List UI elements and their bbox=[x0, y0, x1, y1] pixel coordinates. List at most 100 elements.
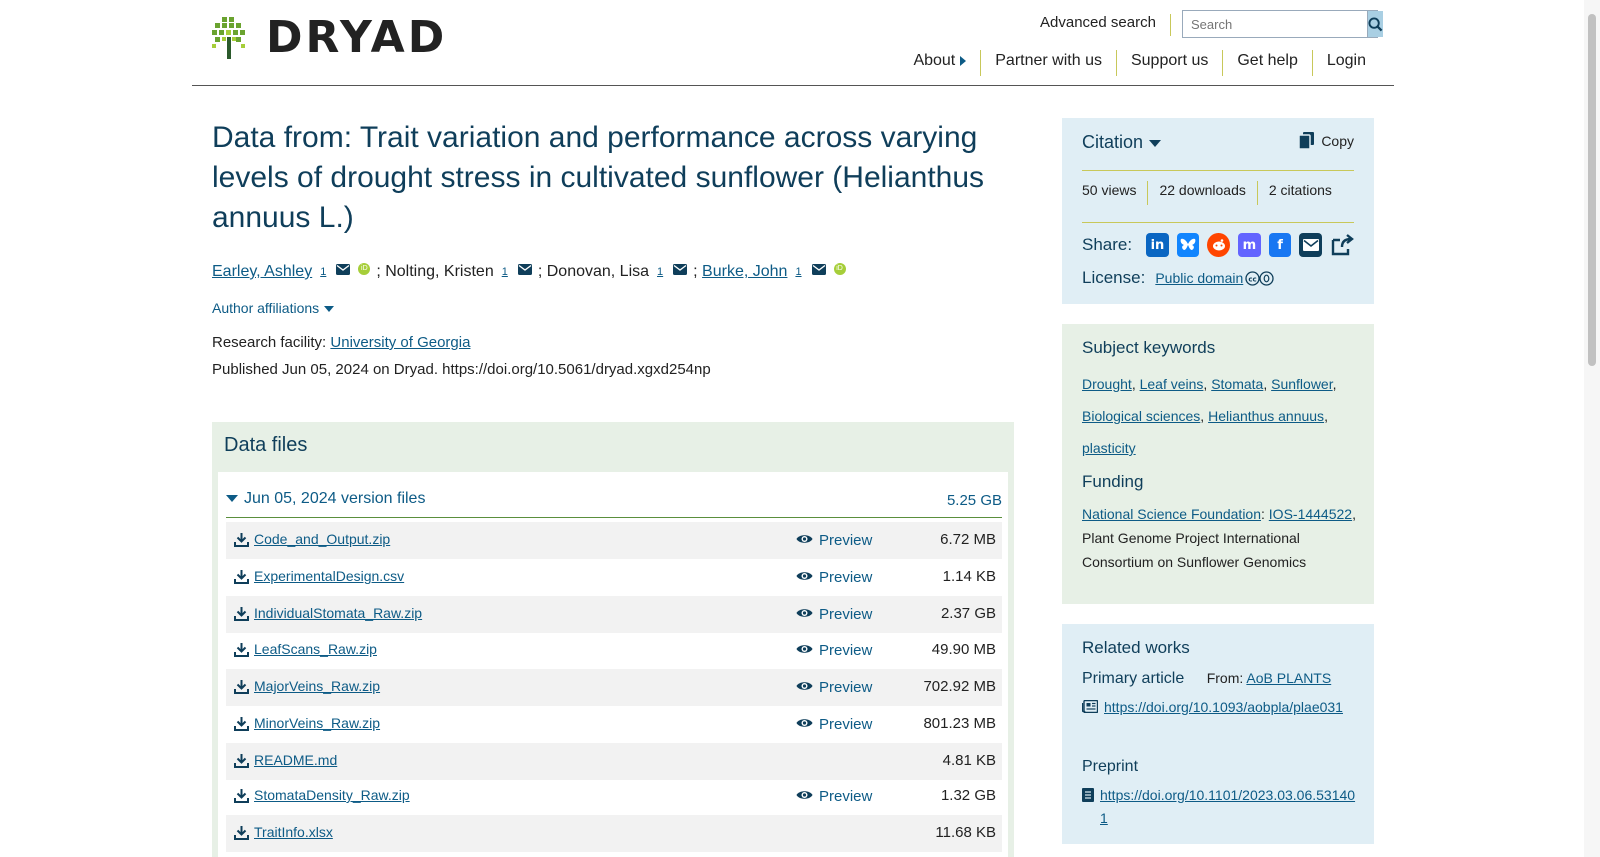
file-download-link[interactable]: MinorVeins_Raw.zip bbox=[254, 715, 380, 731]
affiliation-number[interactable]: 1 bbox=[657, 260, 663, 284]
data-files-panel: Data files Jun 05, 2024 version files 5.… bbox=[212, 422, 1014, 857]
keyword-separator: , bbox=[1324, 408, 1328, 424]
download-icon[interactable] bbox=[234, 825, 249, 843]
preview-button[interactable]: Preview bbox=[796, 788, 872, 805]
nav-login[interactable]: Login bbox=[1311, 50, 1380, 76]
download-icon[interactable] bbox=[234, 532, 249, 550]
advanced-search-link[interactable]: Advanced search bbox=[1040, 14, 1171, 36]
file-download-link[interactable]: StomataDensity_Raw.zip bbox=[254, 787, 410, 803]
eye-icon bbox=[796, 716, 819, 733]
funding-org-link[interactable]: National Science Foundation bbox=[1082, 506, 1261, 522]
preview-button[interactable]: Preview bbox=[796, 716, 872, 733]
affiliation-number[interactable]: 1 bbox=[502, 260, 508, 284]
affiliation-number[interactable]: 1 bbox=[320, 260, 326, 284]
reddit-icon[interactable] bbox=[1207, 233, 1231, 257]
nav-about[interactable]: About bbox=[899, 50, 980, 76]
funding-grant-link[interactable]: IOS-1444522 bbox=[1269, 506, 1352, 522]
file-row: IndividualStomata_Raw.zip Preview 2.37 GB bbox=[226, 596, 1002, 633]
license-link[interactable]: Public domain bbox=[1155, 270, 1243, 286]
dryad-logo[interactable]: DRYAD bbox=[212, 16, 447, 60]
email-icon[interactable] bbox=[517, 263, 532, 275]
file-download-link[interactable]: TraitInfo.xlsx bbox=[254, 824, 333, 840]
orcid-icon[interactable]: iD bbox=[833, 263, 846, 275]
download-icon[interactable] bbox=[234, 606, 249, 624]
file-download-link[interactable]: README.md bbox=[254, 752, 337, 768]
document-icon bbox=[1082, 788, 1094, 802]
citation-toggle[interactable]: Citation bbox=[1082, 132, 1162, 153]
author-link[interactable]: Earley, Ashley bbox=[212, 260, 312, 284]
author-affiliations-toggle[interactable]: Author affiliations bbox=[212, 300, 1012, 316]
version-total-size: 5.25 GB bbox=[946, 492, 1002, 509]
primary-doi-link[interactable]: https://doi.org/10.1093/aobpla/plae031 bbox=[1104, 696, 1343, 719]
author-link[interactable]: Burke, John bbox=[702, 260, 787, 284]
keyword-link[interactable]: Stomata bbox=[1211, 376, 1263, 392]
keyword-separator: , bbox=[1200, 408, 1209, 424]
nav-support[interactable]: Support us bbox=[1115, 50, 1222, 76]
keywords-funding-panel: Subject keywords Drought, Leaf veins, St… bbox=[1062, 324, 1374, 604]
search-button[interactable] bbox=[1367, 11, 1383, 37]
facebook-icon[interactable]: f bbox=[1268, 233, 1292, 257]
keyword-separator: , bbox=[1332, 376, 1337, 392]
dataset-title: Data from: Trait variation and performan… bbox=[212, 121, 985, 234]
preprint-doi-link[interactable]: https://doi.org/10.1101/2023.03.06.53140… bbox=[1100, 784, 1362, 830]
email-icon[interactable] bbox=[811, 263, 826, 275]
linkedin-icon[interactable]: in bbox=[1146, 233, 1169, 257]
search-input[interactable] bbox=[1183, 11, 1367, 37]
preview-button[interactable]: Preview bbox=[796, 569, 872, 586]
file-download-link[interactable]: ExperimentalDesign.csv bbox=[254, 568, 404, 584]
email-share-icon[interactable] bbox=[1299, 233, 1323, 257]
download-icon[interactable] bbox=[234, 788, 249, 806]
email-icon[interactable] bbox=[673, 263, 688, 275]
preview-button[interactable]: Preview bbox=[796, 679, 872, 696]
file-download-link[interactable]: IndividualStomata_Raw.zip bbox=[254, 605, 422, 621]
nav-help[interactable]: Get help bbox=[1222, 50, 1311, 76]
keyword-link[interactable]: Biological sciences bbox=[1082, 408, 1200, 424]
orcid-icon[interactable]: iD bbox=[358, 263, 371, 275]
file-size: 1.14 KB bbox=[942, 568, 996, 585]
affiliation-number[interactable]: 1 bbox=[795, 260, 801, 284]
keyword-link[interactable]: plasticity bbox=[1082, 440, 1136, 456]
file-download-link[interactable]: LeafScans_Raw.zip bbox=[254, 641, 377, 657]
scrollbar-thumb[interactable] bbox=[1588, 14, 1596, 366]
file-size: 1.32 GB bbox=[940, 787, 996, 804]
related-heading: Related works bbox=[1082, 638, 1190, 657]
bluesky-icon[interactable] bbox=[1176, 233, 1200, 257]
usage-stats: 50 views 22 downloads 2 citations bbox=[1082, 170, 1354, 205]
keyword-link[interactable]: Helianthus annuus bbox=[1208, 408, 1324, 424]
email-icon[interactable] bbox=[336, 263, 351, 275]
dataset-main: Data from: Trait variation and performan… bbox=[212, 118, 1012, 378]
published-info: Published Jun 05, 2024 on Dryad. https:/… bbox=[212, 361, 711, 378]
preview-button[interactable]: Preview bbox=[796, 532, 872, 549]
file-size: 702.92 MB bbox=[923, 678, 996, 695]
download-icon[interactable] bbox=[234, 679, 249, 697]
file-row: MajorVeins_Raw.zip Preview 702.92 MB bbox=[226, 669, 1002, 706]
author-separator: ; bbox=[693, 263, 703, 280]
keyword-link[interactable]: Sunflower bbox=[1271, 376, 1332, 392]
search-icon bbox=[1368, 16, 1383, 31]
file-row: Code_and_Output.zip Preview 6.72 MB bbox=[226, 522, 1002, 559]
file-download-link[interactable]: MajorVeins_Raw.zip bbox=[254, 678, 380, 694]
downloads-count: 22 downloads bbox=[1147, 181, 1256, 205]
share-external-icon[interactable] bbox=[1330, 233, 1354, 257]
preview-button[interactable]: Preview bbox=[796, 606, 872, 623]
nav-partner[interactable]: Partner with us bbox=[980, 50, 1116, 76]
download-icon[interactable] bbox=[234, 753, 249, 771]
download-icon[interactable] bbox=[234, 569, 249, 587]
download-icon[interactable] bbox=[234, 716, 249, 734]
preview-button[interactable]: Preview bbox=[796, 642, 872, 659]
funding-heading: Funding bbox=[1082, 472, 1144, 491]
download-icon[interactable] bbox=[234, 642, 249, 660]
copy-citation-button[interactable]: Copy bbox=[1299, 132, 1354, 149]
file-download-link[interactable]: Code_and_Output.zip bbox=[254, 531, 390, 547]
page-scrollbar[interactable] bbox=[1584, 0, 1600, 857]
version-toggle[interactable]: Jun 05, 2024 version files 5.25 GB bbox=[226, 486, 1002, 518]
mastodon-icon[interactable]: m bbox=[1238, 233, 1261, 257]
journal-link[interactable]: AoB PLANTS bbox=[1246, 670, 1331, 686]
keyword-link[interactable]: Leaf veins bbox=[1140, 376, 1204, 392]
facility-link[interactable]: University of Georgia bbox=[330, 334, 470, 351]
caret-down-icon bbox=[324, 306, 335, 313]
related-works-panel: Related works Primary article From: AoB … bbox=[1062, 624, 1374, 844]
svg-text:cc: cc bbox=[1249, 275, 1257, 283]
keyword-link[interactable]: Drought bbox=[1082, 376, 1132, 392]
search-box bbox=[1182, 10, 1383, 38]
